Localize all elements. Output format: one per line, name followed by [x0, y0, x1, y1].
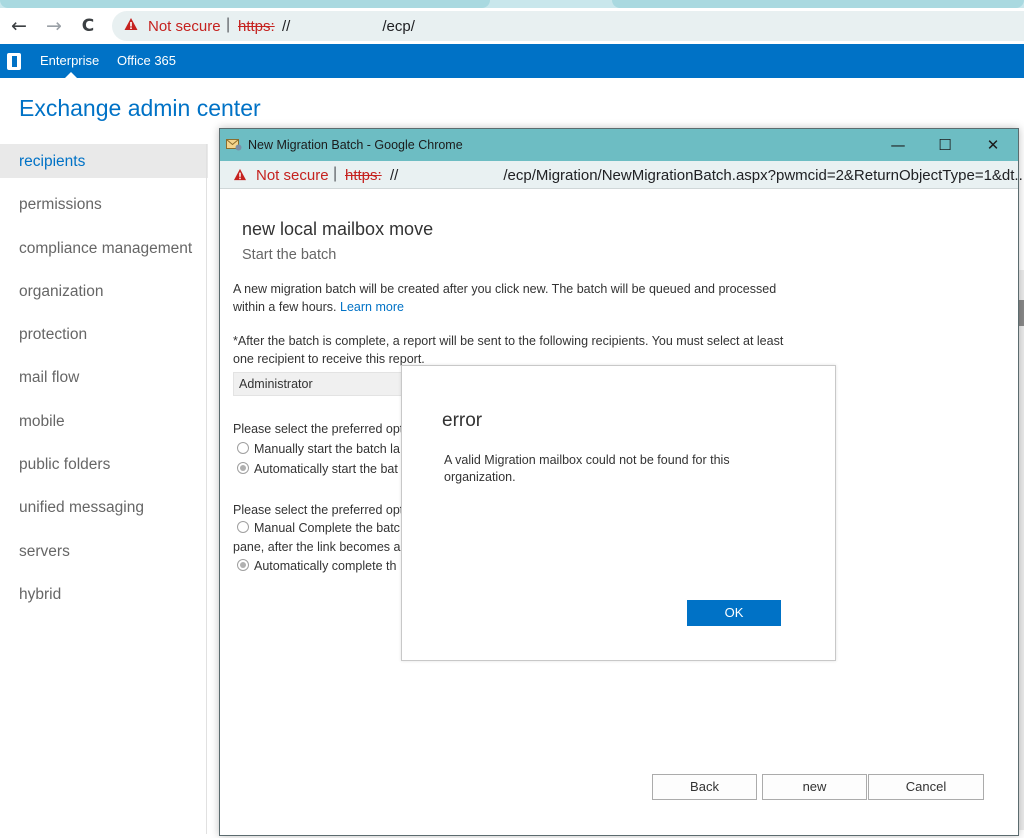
separator: |: [226, 16, 231, 33]
intro-text: A new migration batch will be created af…: [233, 280, 803, 316]
radio-label: Automatically start the bat: [254, 462, 398, 476]
url-text: // /ecp/: [282, 18, 415, 35]
office-logo-icon[interactable]: [7, 53, 21, 70]
error-message: A valid Migration mailbox could not be f…: [444, 453, 730, 484]
radio-start-auto[interactable]: Automatically start the bat: [237, 462, 398, 476]
url-scheme: https:: [238, 18, 275, 35]
radio-label: Manual Complete the batc: [254, 521, 400, 535]
radio-checked-icon[interactable]: [237, 462, 249, 474]
close-icon[interactable]: ✕: [977, 133, 1009, 157]
nav-item-recipients[interactable]: recipients: [0, 144, 208, 178]
nav-item-organization[interactable]: organization: [0, 274, 208, 317]
learn-more-link[interactable]: Learn more: [340, 300, 404, 314]
nav-item-unified-messaging[interactable]: unified messaging: [0, 490, 208, 533]
intro-text-body: A new migration batch will be created af…: [233, 282, 777, 314]
nav-item-mail-flow[interactable]: mail flow: [0, 360, 208, 403]
back-icon[interactable]: ←: [7, 14, 31, 38]
not-secure-label[interactable]: Not secure: [148, 18, 221, 35]
left-nav: recipients permissions compliance manage…: [0, 144, 208, 620]
radio-checked-icon[interactable]: [237, 559, 249, 571]
url-path: /ecp/Migration/NewMigrationBatch.aspx?pw…: [503, 167, 1024, 184]
separator: |: [333, 165, 338, 182]
url-text: // /ecp/Migration/NewMigrationBatch.aspx?…: [390, 167, 1024, 184]
active-indicator: [65, 72, 77, 78]
page-title: Exchange admin center: [19, 95, 261, 121]
radio-label: Manually start the batch la: [254, 442, 400, 456]
error-title: error: [442, 410, 483, 431]
radio-complete-auto[interactable]: Automatically complete th: [237, 559, 396, 573]
ok-button[interactable]: OK: [687, 600, 781, 626]
nav-item-compliance-management[interactable]: compliance management: [0, 231, 208, 274]
warning-triangle-icon: [233, 168, 247, 181]
nav-item-servers[interactable]: servers: [0, 534, 208, 577]
address-bar[interactable]: Not secure | https: // /ecp/: [112, 11, 1024, 41]
not-secure-label[interactable]: Not secure: [256, 167, 329, 184]
maximize-icon[interactable]: ☐: [929, 133, 961, 157]
nav-item-permissions[interactable]: permissions: [0, 187, 208, 230]
browser-tab[interactable]: [612, 0, 1024, 8]
url-path: /ecp/: [382, 18, 415, 35]
nav-item-mobile[interactable]: mobile: [0, 404, 208, 447]
nav-item-protection[interactable]: protection: [0, 317, 208, 360]
nav-divider: [206, 144, 207, 834]
migration-batch-window: New Migration Batch - Google Chrome — ☐ …: [219, 128, 1024, 836]
forward-icon[interactable]: →: [42, 14, 66, 38]
error-dialog: error A valid Migration mailbox could no…: [401, 365, 836, 661]
office-nav-bar: Enterprise Office 365: [0, 44, 1024, 78]
url-scheme: https:: [345, 167, 382, 184]
wizard-heading: new local mailbox move: [242, 219, 434, 239]
browser-tab[interactable]: [0, 0, 490, 8]
window-title: New Migration Batch - Google Chrome: [248, 138, 463, 152]
window-titlebar[interactable]: New Migration Batch - Google Chrome — ☐ …: [220, 129, 1018, 161]
reload-icon[interactable]: C: [76, 14, 100, 38]
warning-triangle-icon: [124, 18, 138, 30]
radio-label: Automatically complete th: [254, 559, 397, 573]
popup-address-bar[interactable]: Not secure | https: // /ecp/Migration/New…: [220, 161, 1024, 189]
office365-link[interactable]: Office 365: [117, 53, 176, 68]
url-prefix: //: [390, 167, 399, 184]
radio-complete-manual[interactable]: Manual Complete the batc: [237, 521, 400, 535]
radio-start-manual[interactable]: Manually start the batch la: [237, 442, 400, 456]
minimize-icon[interactable]: —: [882, 133, 914, 157]
complete-option-prompt: Please select the preferred opt: [233, 503, 404, 517]
nav-item-public-folders[interactable]: public folders: [0, 447, 208, 490]
back-button[interactable]: Back: [652, 774, 757, 800]
new-button[interactable]: new: [762, 774, 867, 800]
start-option-prompt: Please select the preferred opt: [233, 422, 404, 436]
nav-item-hybrid[interactable]: hybrid: [0, 577, 208, 620]
wizard-subheading: Start the batch: [242, 247, 337, 263]
report-text: *After the batch is complete, a report w…: [233, 334, 784, 366]
complete-pane-text: pane, after the link becomes a: [233, 540, 401, 554]
radio-icon[interactable]: [237, 521, 249, 533]
browser-tabstrip: [0, 0, 1024, 8]
enterprise-link[interactable]: Enterprise: [40, 53, 99, 68]
browser-toolbar: ← → C Not secure | https: // /ecp/: [0, 8, 1024, 44]
mail-window-icon: [226, 139, 242, 151]
url-prefix: //: [282, 18, 291, 35]
radio-icon[interactable]: [237, 442, 249, 454]
cancel-button[interactable]: Cancel: [868, 774, 984, 800]
